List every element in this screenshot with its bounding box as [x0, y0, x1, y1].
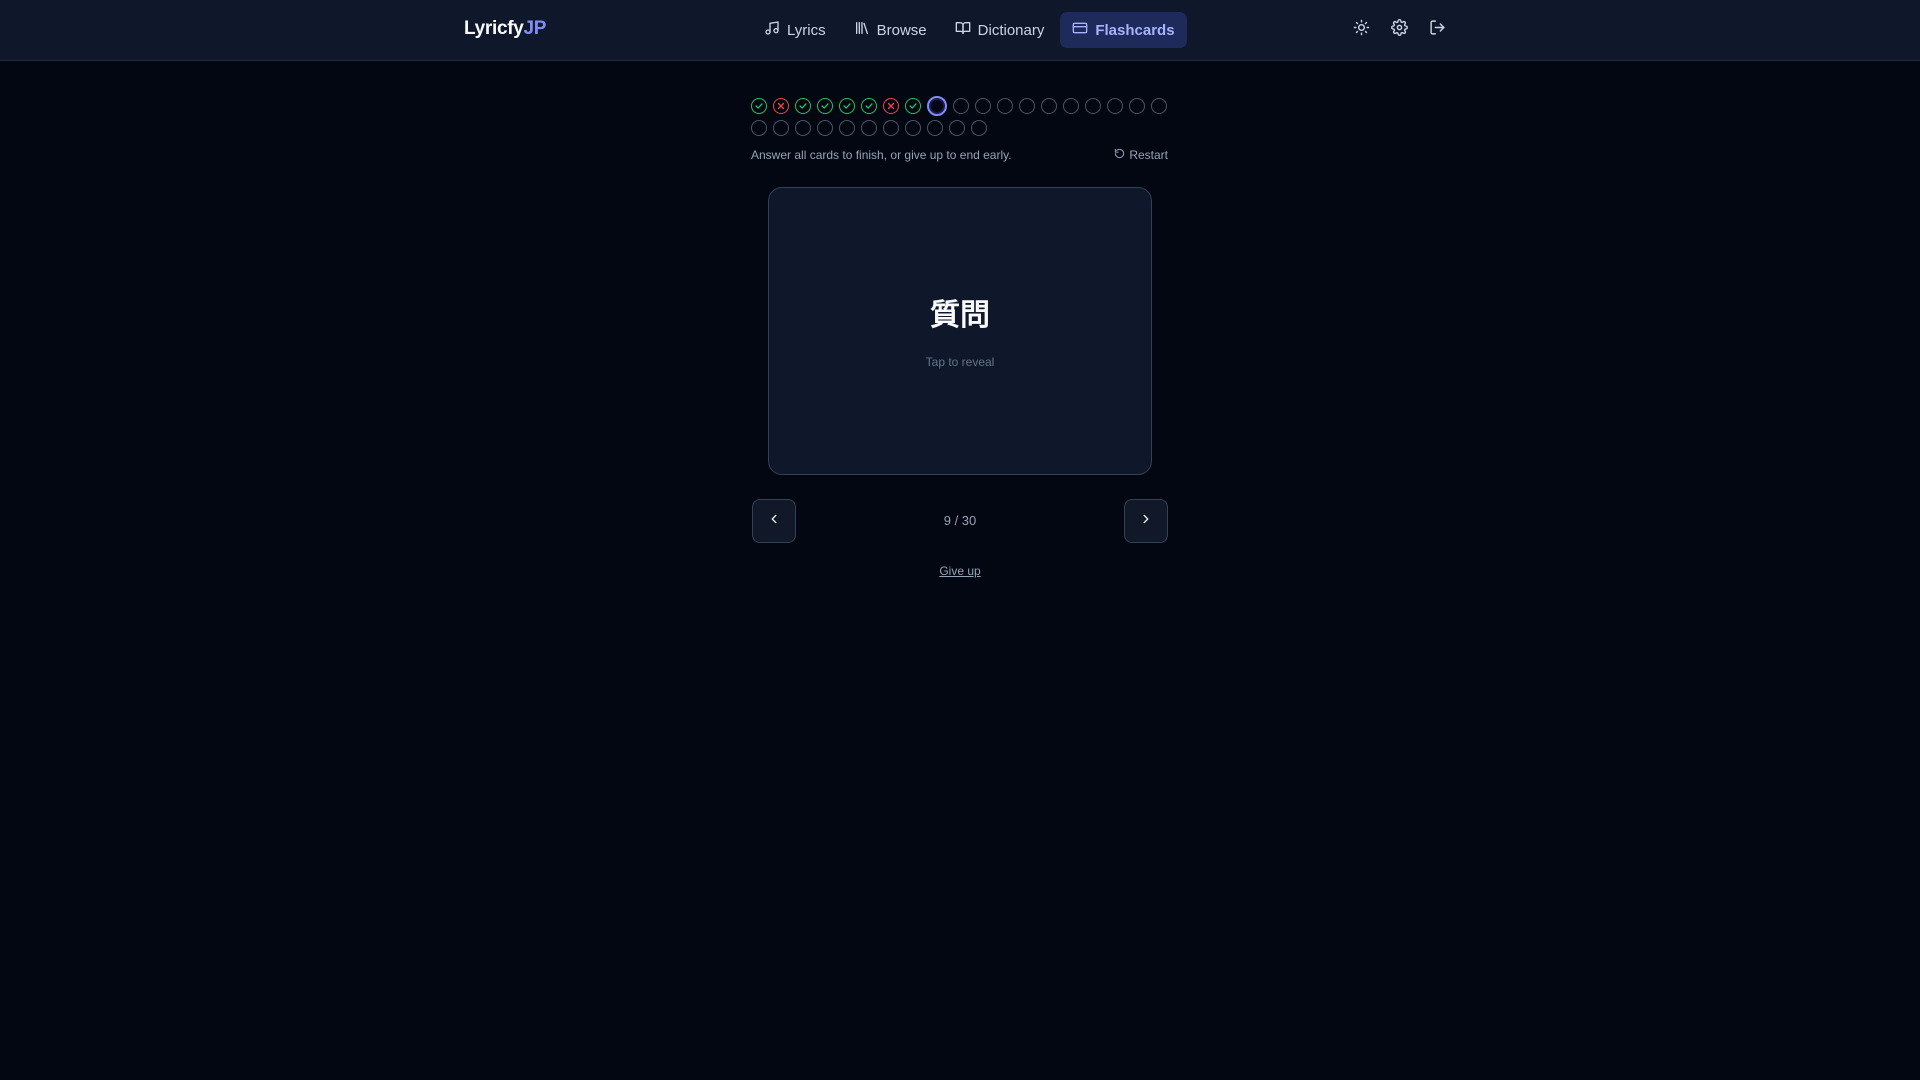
progress-dot-8[interactable]	[905, 98, 921, 114]
progress-dot-7[interactable]	[883, 98, 899, 114]
progress-row-2	[751, 120, 1171, 136]
progress-dot-1[interactable]	[751, 98, 767, 114]
progress-dot-24[interactable]	[839, 120, 855, 136]
check-icon	[843, 103, 851, 109]
progress-dot-18[interactable]	[1129, 98, 1145, 114]
nav-lyrics-label: Lyrics	[787, 21, 826, 39]
app-logo[interactable]: LyricfyJP	[464, 18, 546, 40]
progress-dot-22[interactable]	[795, 120, 811, 136]
flashcard-hint: Tap to reveal	[925, 355, 995, 369]
flashcard[interactable]: 質問 Tap to reveal	[768, 187, 1152, 475]
progress-dot-12[interactable]	[997, 98, 1013, 114]
progress-dot-11[interactable]	[975, 98, 991, 114]
previous-card-button[interactable]	[752, 499, 796, 543]
progress-dot-14[interactable]	[1041, 98, 1057, 114]
rotate-icon	[1114, 148, 1125, 162]
progress-dot-28[interactable]	[927, 120, 943, 136]
progress-dot-27[interactable]	[905, 120, 921, 136]
theme-toggle-button[interactable]	[1345, 14, 1377, 46]
progress-dot-6[interactable]	[861, 98, 877, 114]
logout-button[interactable]	[1421, 14, 1453, 46]
book-open-icon	[955, 20, 971, 40]
nav-dictionary[interactable]: Dictionary	[943, 12, 1057, 48]
nav-dictionary-label: Dictionary	[977, 21, 1045, 39]
x-icon	[777, 102, 785, 110]
next-card-button[interactable]	[1124, 499, 1168, 543]
progress-dot-9[interactable]	[927, 96, 947, 116]
header-actions	[1345, 14, 1453, 46]
x-icon	[887, 102, 895, 110]
progress-dot-25[interactable]	[861, 120, 877, 136]
library-icon	[854, 20, 870, 40]
nav-browse[interactable]: Browse	[842, 12, 939, 48]
progress-instructions: Answer all cards to finish, or give up t…	[751, 148, 1012, 162]
progress-dot-20[interactable]	[751, 120, 767, 136]
gear-icon	[1390, 19, 1408, 41]
card-progress: Answer all cards to finish, or give up t…	[751, 96, 1171, 162]
check-icon	[821, 103, 829, 109]
progress-dot-13[interactable]	[1019, 98, 1035, 114]
card-counter: 9 / 30	[943, 513, 977, 528]
progress-dot-21[interactable]	[773, 120, 789, 136]
progress-dot-10[interactable]	[953, 98, 969, 114]
progress-row-1	[751, 96, 1171, 116]
progress-dot-3[interactable]	[795, 98, 811, 114]
settings-button[interactable]	[1383, 14, 1415, 46]
check-icon	[755, 103, 763, 109]
nav-flashcards-label: Flashcards	[1095, 21, 1175, 39]
restart-button[interactable]: Restart	[1114, 148, 1168, 162]
progress-dot-15[interactable]	[1063, 98, 1079, 114]
chevron-left-icon	[767, 512, 781, 531]
progress-dot-4[interactable]	[817, 98, 833, 114]
progress-dot-23[interactable]	[817, 120, 833, 136]
nav-browse-label: Browse	[876, 21, 927, 39]
progress-dot-5[interactable]	[839, 98, 855, 114]
music-note-icon	[764, 20, 780, 40]
progress-dot-26[interactable]	[883, 120, 899, 136]
restart-label: Restart	[1129, 148, 1168, 162]
progress-info: Answer all cards to finish, or give up t…	[751, 148, 1168, 162]
logout-icon	[1429, 19, 1446, 41]
progress-dot-16[interactable]	[1085, 98, 1101, 114]
progress-dot-30[interactable]	[971, 120, 987, 136]
progress-dot-2[interactable]	[773, 98, 789, 114]
check-icon	[909, 103, 917, 109]
top-navbar: LyricfyJP Lyrics Browse Dictionary Flash…	[0, 0, 1920, 61]
nav-flashcards[interactable]: Flashcards	[1060, 12, 1187, 48]
sun-icon	[1353, 19, 1370, 41]
progress-dot-29[interactable]	[949, 120, 965, 136]
main-nav: Lyrics Browse Dictionary Flashcards	[752, 12, 1187, 48]
flashcard-word: 質問	[930, 298, 990, 333]
chevron-right-icon	[1139, 512, 1153, 531]
progress-dot-17[interactable]	[1107, 98, 1123, 114]
give-up-link[interactable]: Give up	[860, 564, 1060, 578]
check-icon	[865, 103, 873, 109]
check-icon	[799, 103, 807, 109]
nav-lyrics[interactable]: Lyrics	[752, 12, 838, 48]
progress-dot-19[interactable]	[1151, 98, 1167, 114]
card-icon	[1072, 20, 1088, 40]
